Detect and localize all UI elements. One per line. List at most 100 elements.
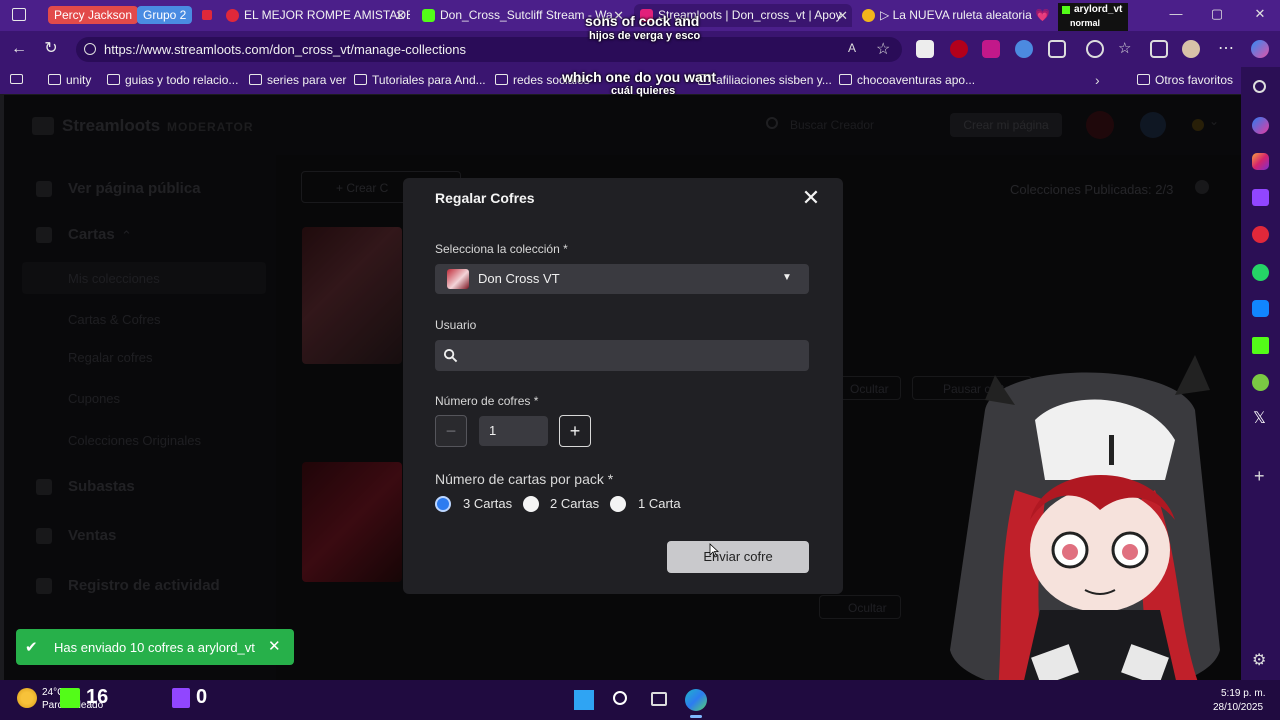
radio-2-cards[interactable] bbox=[523, 496, 539, 512]
close-tab-icon[interactable]: ✕ bbox=[837, 4, 848, 27]
clock-time[interactable]: 5:19 p. m. bbox=[1221, 688, 1265, 699]
user-label: Usuario bbox=[435, 318, 477, 332]
youtube-tab-icon[interactable] bbox=[202, 10, 212, 20]
tab-rompe-amistades[interactable]: EL MEJOR ROMPE AMISTADE ✕ bbox=[220, 4, 410, 27]
collection-selected-value: Don Cross VT bbox=[478, 271, 560, 286]
decrement-button[interactable]: − bbox=[435, 415, 467, 447]
folder-icon bbox=[107, 74, 120, 85]
user-search-input[interactable] bbox=[435, 340, 809, 371]
sidebar-settings-icon[interactable]: ⚙ bbox=[1252, 650, 1266, 670]
bookmark-folder[interactable]: Tutoriales para And... bbox=[354, 73, 486, 87]
radio-3-cards-label[interactable]: 3 Cartas bbox=[463, 496, 512, 511]
edge-taskbar-icon[interactable] bbox=[685, 689, 707, 711]
gift-chests-modal bbox=[403, 178, 843, 594]
bookmarks-more-chevron-icon[interactable]: › bbox=[1095, 72, 1100, 88]
performance-icon[interactable] bbox=[1086, 40, 1104, 58]
tab-group-grupo-2[interactable]: Grupo 2 bbox=[137, 6, 193, 24]
green-app-icon[interactable] bbox=[1252, 374, 1269, 391]
weather-icon[interactable] bbox=[17, 688, 37, 708]
caption-line-2-en: which one do you want bbox=[562, 69, 716, 85]
tab-label: ▷ La NUEVA ruleta aleatoria 💗 bbox=[880, 8, 1051, 22]
tab-group-percy-jackson[interactable]: Percy Jackson bbox=[48, 6, 139, 24]
shield-extension-icon[interactable] bbox=[982, 40, 1000, 58]
ruleta-favicon-icon bbox=[862, 9, 875, 22]
vtuber-avatar-image bbox=[950, 355, 1220, 720]
messenger-icon[interactable] bbox=[1252, 117, 1269, 134]
whatsapp-icon[interactable] bbox=[1252, 264, 1269, 281]
close-tab-icon[interactable]: ✕ bbox=[395, 4, 406, 27]
folder-icon bbox=[48, 74, 61, 85]
copilot-icon[interactable] bbox=[1251, 40, 1269, 58]
collection-avatar bbox=[447, 269, 469, 289]
chevron-down-icon[interactable]: ▼ bbox=[782, 272, 792, 283]
back-icon[interactable]: ← bbox=[9, 39, 29, 59]
bookmark-folder[interactable]: unity bbox=[48, 73, 91, 87]
profile-avatar[interactable] bbox=[1182, 40, 1200, 58]
close-toast-icon[interactable]: ✕ bbox=[268, 637, 281, 655]
vpn-extension-icon[interactable] bbox=[1015, 40, 1033, 58]
twitch-logo-icon bbox=[172, 688, 190, 708]
folder-icon bbox=[839, 74, 852, 85]
favorite-star-icon[interactable]: ☆ bbox=[876, 39, 890, 59]
read-aloud-icon[interactable]: A bbox=[848, 41, 856, 55]
close-window-icon[interactable]: ✕ bbox=[1250, 6, 1270, 24]
send-chest-button[interactable]: Enviar cofre bbox=[667, 541, 809, 573]
mouse-cursor-icon bbox=[709, 543, 719, 558]
extensions-puzzle-icon[interactable] bbox=[1048, 40, 1066, 58]
bookmark-folder[interactable]: afiliaciones sisben y... bbox=[698, 73, 832, 87]
bluesky-icon[interactable] bbox=[1252, 300, 1269, 317]
windows-start-icon[interactable] bbox=[574, 690, 594, 710]
reload-icon[interactable]: ↻ bbox=[41, 39, 61, 59]
close-icon[interactable]: ✕ bbox=[800, 187, 822, 209]
translate-extension-icon[interactable] bbox=[916, 40, 934, 58]
more-menu-icon[interactable]: ⋯ bbox=[1216, 39, 1236, 59]
folder-icon bbox=[1137, 74, 1150, 85]
youtube-favicon-icon bbox=[226, 9, 239, 22]
other-bookmarks-folder[interactable]: Otros favoritos bbox=[1137, 73, 1233, 87]
taskbar-search-icon[interactable] bbox=[613, 691, 627, 705]
kick-sidebar-icon[interactable] bbox=[1252, 337, 1269, 354]
kick-icon bbox=[1062, 6, 1070, 14]
active-app-indicator bbox=[690, 715, 702, 718]
collections-icon[interactable] bbox=[1150, 40, 1168, 58]
kick-favicon-icon bbox=[422, 9, 435, 22]
reading-list-icon[interactable] bbox=[10, 74, 23, 84]
twitch-sidebar-icon[interactable] bbox=[1252, 189, 1269, 206]
tab-label: EL MEJOR ROMPE AMISTADE bbox=[244, 8, 410, 22]
task-view-icon[interactable] bbox=[651, 692, 667, 706]
tab-ruleta[interactable]: ▷ La NUEVA ruleta aleatoria 💗 bbox=[856, 4, 1056, 27]
bookmark-folder[interactable]: guias y todo relacio... bbox=[107, 73, 238, 87]
site-info-icon[interactable] bbox=[84, 43, 96, 55]
increment-button[interactable]: + bbox=[559, 415, 591, 447]
kick-viewer-count: 16 bbox=[86, 686, 109, 708]
radio-1-card[interactable] bbox=[610, 496, 626, 512]
bookmark-folder[interactable]: series para ver bbox=[249, 73, 346, 87]
folder-icon bbox=[354, 74, 367, 85]
add-sidebar-app-icon[interactable]: + bbox=[1254, 466, 1265, 487]
bookmark-folder[interactable]: chocoaventuras apo... bbox=[839, 73, 975, 87]
url-text[interactable]: https://www.streamloots.com/don_cross_vt… bbox=[104, 42, 466, 57]
x-twitter-icon[interactable]: 𝕏 bbox=[1253, 408, 1266, 428]
minimize-icon[interactable]: — bbox=[1166, 6, 1186, 24]
radio-3-cards[interactable] bbox=[435, 496, 451, 512]
sidebar-search-icon[interactable] bbox=[1253, 80, 1266, 93]
tab-actions-icon[interactable] bbox=[12, 8, 26, 21]
ublock-extension-icon[interactable] bbox=[950, 40, 968, 58]
check-icon: ✔ bbox=[25, 639, 38, 656]
collection-label: Selecciona la colección * bbox=[435, 242, 568, 256]
radio-2-cards-label[interactable]: 2 Cartas bbox=[550, 496, 599, 511]
modal-title: Regalar Cofres bbox=[435, 190, 535, 206]
instagram-icon[interactable] bbox=[1252, 153, 1269, 170]
caption-line-2-es: cuál quieres bbox=[611, 85, 676, 97]
windows-taskbar bbox=[0, 680, 1280, 720]
radio-1-card-label[interactable]: 1 Carta bbox=[638, 496, 681, 511]
chests-count-input[interactable]: 1 bbox=[479, 416, 548, 446]
caption-line-1-en: sons of cock and bbox=[585, 13, 700, 29]
youtube-sidebar-icon[interactable] bbox=[1252, 226, 1269, 243]
favorites-icon[interactable]: ☆ bbox=[1118, 40, 1136, 58]
twitch-viewer-count: 0 bbox=[196, 686, 208, 708]
search-icon bbox=[443, 348, 458, 363]
clock-date[interactable]: 28/10/2025 bbox=[1213, 702, 1263, 713]
maximize-icon[interactable]: ▢ bbox=[1207, 6, 1227, 24]
chests-count-label: Número de cofres * bbox=[435, 394, 539, 408]
